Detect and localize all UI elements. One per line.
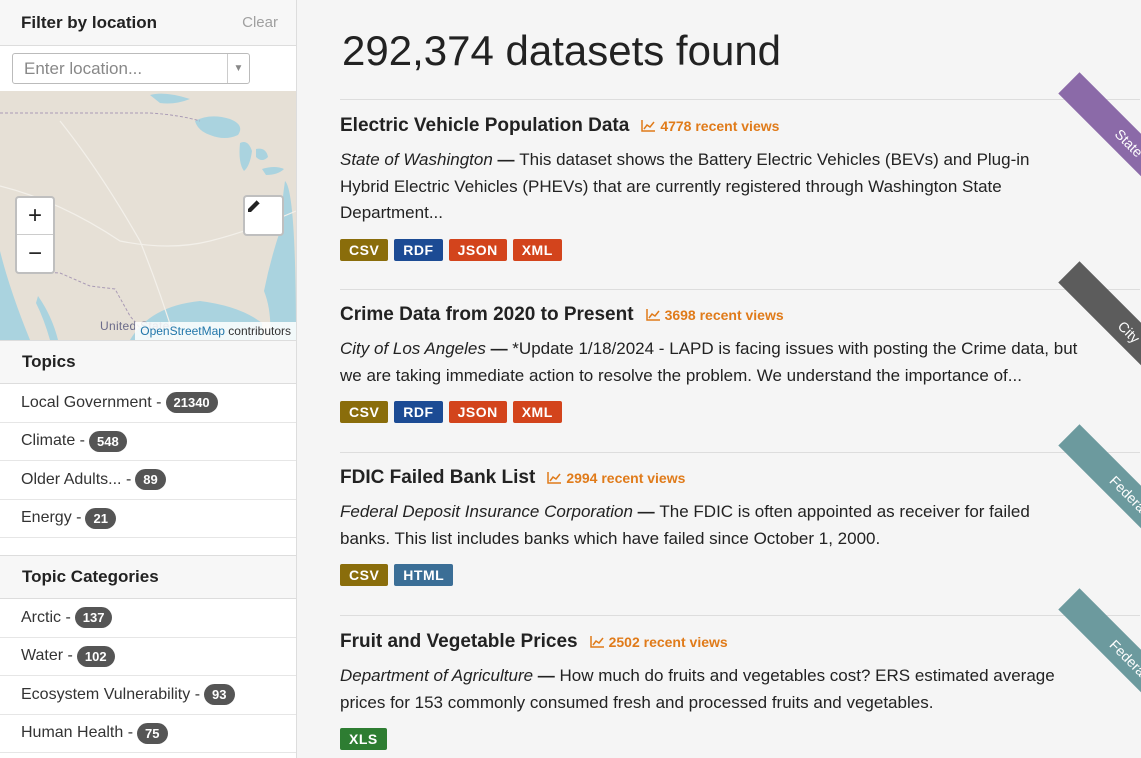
format-badge[interactable]: JSON [448,238,507,261]
topic-label: Energy - [21,509,82,527]
recent-views: 2502 recent views [589,634,728,650]
chevron-down-icon[interactable]: ▼ [227,54,249,83]
location-placeholder: Enter location... [24,58,143,78]
topic-label: Climate - [21,432,86,450]
separator: — [485,339,513,358]
category-item[interactable]: Water - 102 [0,638,296,676]
category-item[interactable]: Arctic - 137 [0,599,296,638]
topics-header: Topics [0,340,296,384]
recent-views-text: 4778 recent views [660,118,780,134]
filter-header: Filter by location Clear [0,0,296,46]
results-count: 292,374 datasets found [342,27,782,74]
zoom-out-button[interactable]: − [17,235,53,272]
recent-views-text: 2994 recent views [566,470,686,486]
location-row: Enter location... ▼ [0,46,296,91]
count-badge: 137 [74,607,113,629]
format-list: XLS [340,728,1141,750]
divider [340,452,1140,453]
divider [340,615,1140,616]
category-item[interactable]: Ecosystem Vulnerability - 93 [0,676,296,715]
recent-views-text: 2502 recent views [608,634,728,650]
pencil-icon[interactable] [243,195,284,236]
trend-chart-icon [589,636,604,648]
count-badge: 75 [137,722,168,744]
count-badge: 21340 [165,392,218,414]
category-item[interactable]: Human Health - 75 [0,715,296,753]
format-badge[interactable]: RDF [394,238,443,261]
count-badge: 93 [204,684,235,706]
format-badge[interactable]: XML [512,401,562,423]
dataset-description: Federal Deposit Insurance Corporation — … [340,499,1080,552]
format-badge[interactable]: CSV [340,564,389,586]
topic-categories-list: Arctic - 137 Water - 102 Ecosystem Vulne… [0,599,296,753]
divider [340,99,1140,100]
recent-views: 4778 recent views [641,118,779,134]
separator: — [632,502,660,521]
format-list: CSV HTML [340,564,1141,586]
category-label: Arctic - [21,608,71,626]
recent-views-text: 3698 recent views [664,307,784,323]
filter-title: Filter by location [21,12,158,32]
topic-item[interactable]: Local Government - 21340 [0,384,296,423]
format-badge[interactable]: CSV [340,401,389,423]
trend-chart-icon [645,309,660,321]
count-badge: 21 [85,507,116,529]
openstreetmap-link[interactable]: OpenStreetMap [140,324,225,338]
location-input[interactable]: Enter location... ▼ [12,53,250,84]
recent-views: 2994 recent views [547,470,685,486]
publisher-name: State of Washington [340,150,493,169]
dataset-description: State of Washington — This dataset shows… [340,147,1080,227]
recent-views: 3698 recent views [645,307,784,323]
format-list: CSV RDF JSON XML [340,238,1141,261]
topic-categories-header: Topic Categories [0,555,296,599]
format-badge[interactable]: XLS [340,728,387,750]
count-badge: 102 [76,645,115,667]
topics-list: Local Government - 21340 Climate - 548 O… [0,384,296,538]
publisher-name: Federal Deposit Insurance Corporation [340,502,633,521]
format-badge[interactable]: XML [512,238,562,261]
trend-chart-icon [547,472,562,484]
sidebar: Filter by location Clear Enter location.… [0,0,297,758]
format-badge[interactable]: RDF [394,401,443,423]
map-attribution: OpenStreetMap contributors [135,322,296,340]
dataset-description: Department of Agriculture — How much do … [340,663,1080,716]
topic-label: Local Government - [21,393,162,411]
topic-item[interactable]: Climate - 548 [0,423,296,461]
divider [340,289,1140,290]
topic-item[interactable]: Energy - 21 [0,500,296,538]
format-badge[interactable]: HTML [394,564,454,586]
topic-item[interactable]: Older Adults... - 89 [0,461,296,500]
category-label: Ecosystem Vulnerability - [21,685,201,703]
dataset-title-link[interactable]: Fruit and Vegetable Prices [340,631,578,653]
count-badge: 548 [89,430,127,452]
format-badge[interactable]: CSV [340,238,389,261]
topic-label: Older Adults... - [21,470,132,488]
publisher-name: Department of Agriculture [340,666,534,685]
count-badge: 89 [135,469,166,491]
dataset-title-link[interactable]: FDIC Failed Bank List [340,467,535,489]
location-map[interactable]: + − United States OpenStreetMap contribu… [0,91,296,340]
zoom-control: + − [15,196,55,274]
dataset-title-link[interactable]: Crime Data from 2020 to Present [340,304,634,326]
category-label: Water - [21,647,73,665]
dataset-description: City of Los Angeles — *Update 1/18/2024 … [340,336,1080,389]
dataset-item: FDIC Failed Bank List 2994 recent views … [340,467,1141,586]
separator: — [533,666,560,685]
publisher-name: City of Los Angeles [340,339,486,358]
zoom-in-button[interactable]: + [17,198,53,235]
separator: — [492,150,520,169]
clear-button[interactable]: Clear [242,14,278,31]
format-badge[interactable]: JSON [448,401,507,423]
results-panel: 292,374 datasets found Electric Vehicle … [340,0,1141,758]
dataset-title-link[interactable]: Electric Vehicle Population Data [340,115,629,137]
trend-chart-icon [641,120,656,132]
dataset-item: Fruit and Vegetable Prices 2502 recent v… [340,631,1141,750]
dataset-item: Electric Vehicle Population Data 4778 re… [340,115,1141,261]
format-list: CSV RDF JSON XML [340,401,1141,423]
attribution-text: contributors [224,324,291,338]
category-label: Human Health - [21,724,134,742]
dataset-item: Crime Data from 2020 to Present 3698 rec… [340,304,1141,423]
